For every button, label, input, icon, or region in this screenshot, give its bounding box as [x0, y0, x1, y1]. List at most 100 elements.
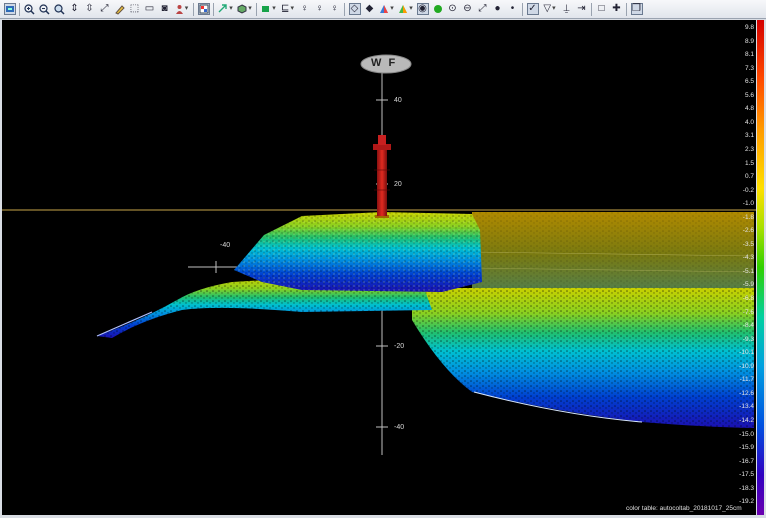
scale-label: -13.4 — [739, 403, 754, 411]
seabed-right-texture — [412, 288, 754, 428]
pencil-icon[interactable] — [114, 3, 126, 15]
scale-label: -14.2 — [739, 416, 754, 424]
scale-label: 8.9 — [744, 37, 754, 45]
pin-icon[interactable]: ⇥ — [576, 3, 588, 15]
check-icon[interactable]: ✓ — [526, 3, 539, 15]
toolbar-separator — [256, 2, 257, 16]
color-table-label: color table: autocoltab_20181017_25cm — [626, 505, 742, 512]
triangle-icon[interactable] — [379, 3, 395, 15]
arrow-icon[interactable] — [218, 3, 234, 15]
scale-label: -18.3 — [739, 484, 754, 492]
scale-label: -6.8 — [742, 295, 754, 302]
filter-icon[interactable]: ▽ — [542, 3, 558, 15]
zoom-out-icon[interactable] — [39, 3, 51, 15]
slope-edge — [96, 311, 153, 337]
scale-label: 1.5 — [744, 159, 754, 167]
scale-label: 8.1 — [744, 51, 754, 59]
zoom-icon[interactable]: ⊖ — [462, 3, 474, 15]
toolbar-separator — [344, 2, 345, 16]
axis-label: 40 — [394, 97, 402, 104]
select-icon[interactable]: ⬚ — [129, 3, 141, 15]
toolbar-separator — [591, 2, 592, 16]
scale-label: -9.3 — [742, 335, 754, 343]
scale-label: -1.8 — [742, 213, 754, 221]
camera-icon[interactable]: ▭ — [144, 3, 156, 15]
toolbar-separator — [213, 2, 214, 16]
point-cloud-canvas[interactable] — [2, 20, 756, 515]
scale-label: -8.4 — [742, 322, 754, 330]
light-icon[interactable]: ⊑ — [280, 3, 296, 15]
square-icon[interactable]: □ — [596, 3, 608, 15]
zoom-icon[interactable]: ⊙ — [447, 3, 459, 15]
toolbar-separator — [626, 2, 627, 16]
window-icon[interactable]: ❐ — [630, 3, 643, 15]
axis-label: -20 — [394, 343, 405, 350]
scale-label: -17.5 — [739, 471, 754, 479]
toolbar-separator — [19, 2, 20, 16]
dot-icon[interactable]: ◉ — [416, 3, 429, 15]
person-icon[interactable] — [174, 3, 190, 15]
scale-label: -4.3 — [742, 254, 754, 262]
line-icon[interactable]: ⤢ — [477, 3, 489, 15]
crosshair-icon[interactable]: ✚ — [611, 3, 623, 15]
scale-label: -12.6 — [739, 389, 754, 397]
scale-label: 9.8 — [744, 24, 754, 31]
axis-label: -40 — [394, 424, 405, 431]
scale-label: 2.3 — [744, 145, 754, 153]
light-icon[interactable]: ♀ — [314, 3, 326, 15]
scale-label: 3.1 — [744, 132, 754, 140]
scale-label: -0.2 — [742, 186, 754, 194]
point-small-icon[interactable]: ● — [492, 3, 504, 15]
scale-label: 7.3 — [744, 64, 754, 72]
triangle-icon[interactable]: ◆ — [364, 3, 376, 15]
scale-label: -5.9 — [742, 281, 754, 289]
color-scale-bar — [757, 20, 764, 515]
scale-label: -15.0 — [739, 430, 754, 438]
axis-label: -40 — [220, 242, 231, 249]
axis-label: 20 — [394, 181, 402, 188]
pin-icon[interactable]: ⍊ — [561, 3, 573, 15]
fit-height-icon[interactable]: ⇳ — [84, 3, 96, 15]
circle-icon[interactable] — [432, 3, 444, 15]
scale-label: -16.7 — [739, 457, 754, 465]
scale-label: -7.6 — [742, 308, 754, 316]
point-small-icon[interactable]: • — [507, 3, 519, 15]
scale-label: -3.5 — [742, 240, 754, 248]
scale-label: 5.6 — [744, 91, 754, 99]
scale-label: 4.8 — [744, 105, 754, 113]
scale-label: 0.7 — [744, 173, 754, 181]
toolbar: ⇕ ⇳ ⤢ ⬚ ▭ ◙ ⊑ ♀ ♀ ♀ ◇ ◆ ◉ ⊙ ⊖ ⤢ ● • ✓ ▽ … — [0, 0, 766, 19]
layer-icon[interactable] — [3, 3, 16, 15]
lighthouse-lantern — [378, 135, 386, 145]
scale-label: -2.6 — [742, 227, 754, 235]
scale-label: 4.0 — [744, 118, 754, 126]
toolbar-separator — [522, 2, 523, 16]
point-cloud-viewport[interactable]: W F 40 20 -20 -40 -40 — [2, 20, 756, 515]
light-icon[interactable]: ♀ — [329, 3, 341, 15]
scale-label: -5.1 — [742, 267, 754, 275]
app-window: ⇕ ⇳ ⤢ ⬚ ▭ ◙ ⊑ ♀ ♀ ♀ ◇ ◆ ◉ ⊙ ⊖ ⤢ ● • ✓ ▽ … — [0, 0, 766, 518]
rubble-mound-texture — [234, 212, 482, 292]
measure-icon[interactable]: ⤢ — [99, 3, 111, 15]
scale-label: -11.7 — [739, 376, 754, 384]
lighthouse-tower — [377, 148, 387, 216]
toolbar-separator — [193, 2, 194, 16]
cube-icon[interactable] — [237, 3, 253, 15]
color-scale-labels: 9.8 8.9 8.1 7.3 6.5 5.6 4.8 4.0 3.1 2.3 1.5 0.7 -0.2… — [728, 20, 756, 515]
color-palette-icon[interactable] — [197, 3, 210, 15]
scale-label: -10.9 — [739, 362, 754, 370]
compass-label: W F — [371, 57, 398, 69]
panel-icon[interactable] — [261, 3, 277, 15]
fit-vertical-icon[interactable]: ⇕ — [69, 3, 81, 15]
zoom-fit-icon[interactable] — [54, 3, 66, 15]
video-icon[interactable]: ◙ — [159, 3, 171, 15]
scale-label: 6.5 — [744, 78, 754, 86]
point-icon[interactable] — [398, 3, 414, 15]
diamond-icon[interactable]: ◇ — [348, 3, 361, 15]
light-icon[interactable]: ♀ — [299, 3, 311, 15]
scale-label: -15.9 — [739, 444, 754, 452]
zoom-in-icon[interactable] — [24, 3, 36, 15]
quay-wall-texture — [472, 212, 754, 295]
scale-label: -1.0 — [742, 200, 754, 208]
scale-label: -10.1 — [739, 349, 754, 357]
